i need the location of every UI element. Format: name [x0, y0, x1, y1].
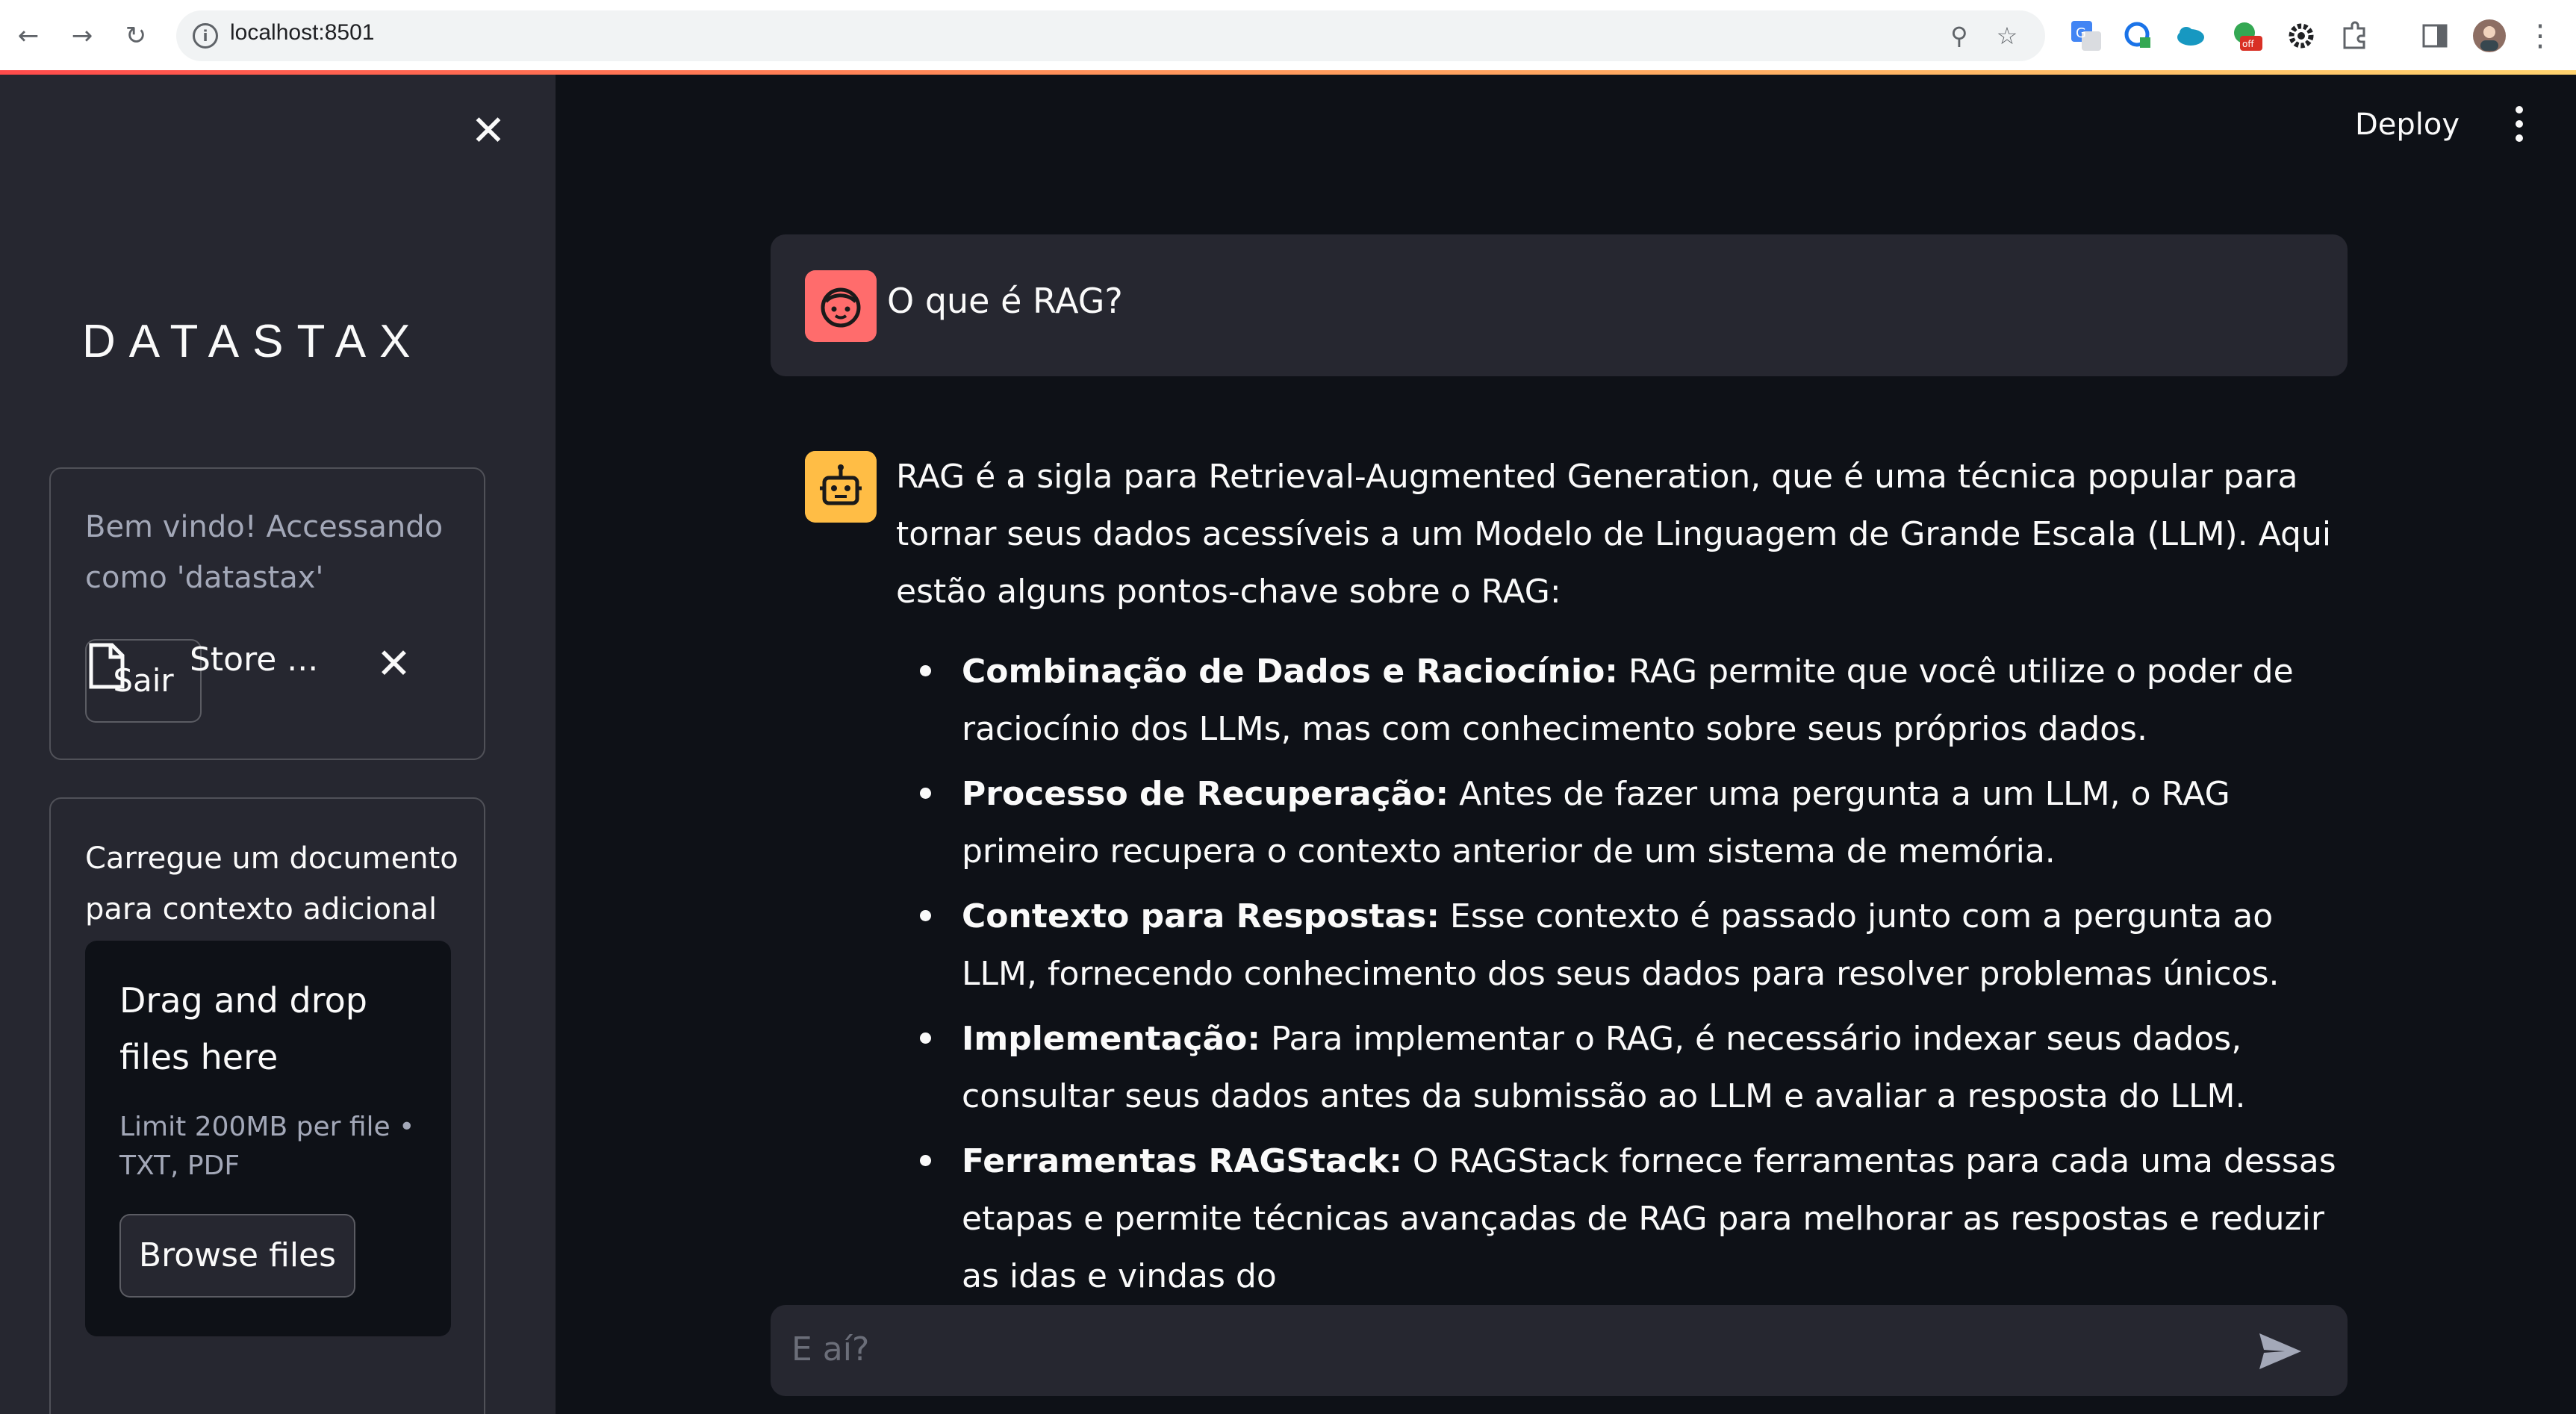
file-icon	[89, 643, 125, 689]
back-icon[interactable]: ←	[12, 19, 45, 52]
kebab-menu-icon[interactable]	[2513, 106, 2525, 148]
file-dropzone[interactable]: Drag and drop files here Limit 200MB per…	[85, 941, 451, 1336]
welcome-card: Bem vindo! Accessando como 'datastax' Sa…	[49, 467, 485, 760]
user-avatar-icon	[805, 270, 877, 342]
list-item: Ferramentas RAGStack: O RAGStack fornece…	[920, 1133, 2352, 1305]
browse-files-button[interactable]: Browse files	[119, 1214, 355, 1298]
list-item: Implementação: Para implementar o RAG, é…	[920, 1010, 2352, 1125]
url-text: localhost:8501	[230, 20, 375, 45]
translate-extension-icon[interactable]: G	[2068, 18, 2104, 54]
dropzone-limit: Limit 200MB per file • TXT, PDF	[119, 1112, 415, 1181]
security-extension-icon[interactable]	[2121, 18, 2156, 54]
reload-icon[interactable]: ↻	[119, 19, 152, 52]
datastax-logo: DATASTAX	[82, 316, 424, 367]
svg-text:off: off	[2242, 39, 2254, 49]
user-message-text: O que é RAG?	[887, 281, 1123, 321]
bullet-title: Ferramentas RAGStack:	[962, 1142, 1402, 1180]
bullet-title: Combinação de Dados e Raciocínio:	[962, 653, 1618, 691]
list-item: Contexto para Respostas: Esse contexto é…	[920, 888, 2352, 1003]
site-info-icon[interactable]: i	[193, 23, 218, 49]
user-message: O que é RAG?	[771, 234, 2348, 376]
remove-file-icon[interactable]: ✕	[376, 644, 411, 685]
bullet-title: Contexto para Respostas:	[962, 897, 1440, 935]
main-area: Deploy O que é RAG? RAG é a sigla para R…	[556, 75, 2576, 1414]
chat-input[interactable]: E aí?	[771, 1305, 2348, 1396]
chat-input-placeholder: E aí?	[791, 1330, 870, 1368]
side-panel-icon[interactable]	[2418, 18, 2454, 54]
off-extension-icon[interactable]: off	[2230, 18, 2265, 54]
list-item: Processo de Recuperação: Antes de fazer …	[920, 765, 2352, 880]
bullet-title: Implementação:	[962, 1020, 1260, 1058]
gear-extension-icon[interactable]	[2283, 18, 2319, 54]
browser-menu-icon[interactable]: ⋮	[2524, 19, 2557, 53]
assistant-message: RAG é a sigla para Retrieval-Augmented G…	[896, 448, 2352, 1312]
bookmark-star-icon[interactable]: ☆	[1992, 21, 2022, 51]
cloud-extension-icon[interactable]	[2173, 18, 2209, 54]
browser-toolbar: ← → ↻ i localhost:8501 ⚲ ☆ G off ⋮	[0, 0, 2576, 72]
upload-card: Carregue um documento para contexto adic…	[49, 797, 485, 1414]
bot-avatar-icon	[805, 451, 877, 523]
svg-text:G: G	[2076, 25, 2086, 41]
assistant-intro-text: RAG é a sigla para Retrieval-Augmented G…	[896, 458, 2332, 611]
uploaded-file-name: Store ...	[190, 641, 319, 679]
extensions-puzzle-icon[interactable]	[2337, 18, 2373, 54]
send-icon[interactable]	[2258, 1332, 2303, 1371]
list-item: Combinação de Dados e Raciocínio: RAG pe…	[920, 643, 2352, 758]
address-bar[interactable]: i localhost:8501 ⚲ ☆	[176, 10, 2045, 61]
upload-label: Carregue um documento para contexto adic…	[85, 841, 458, 926]
profile-avatar[interactable]	[2471, 18, 2507, 54]
welcome-text: Bem vindo! Accessando como 'datastax'	[85, 510, 444, 595]
deploy-button[interactable]: Deploy	[2355, 108, 2460, 142]
forward-icon[interactable]: →	[66, 19, 99, 52]
assistant-bullet-list: Combinação de Dados e Raciocínio: RAG pe…	[896, 643, 2352, 1305]
zoom-icon[interactable]: ⚲	[1944, 21, 1974, 51]
close-icon[interactable]: ✕	[467, 110, 509, 152]
dropzone-title: Drag and drop files here	[119, 980, 367, 1077]
bullet-title: Processo de Recuperação:	[962, 775, 1449, 813]
sidebar: ✕ DATASTAX Bem vindo! Accessando como 'd…	[0, 75, 556, 1414]
